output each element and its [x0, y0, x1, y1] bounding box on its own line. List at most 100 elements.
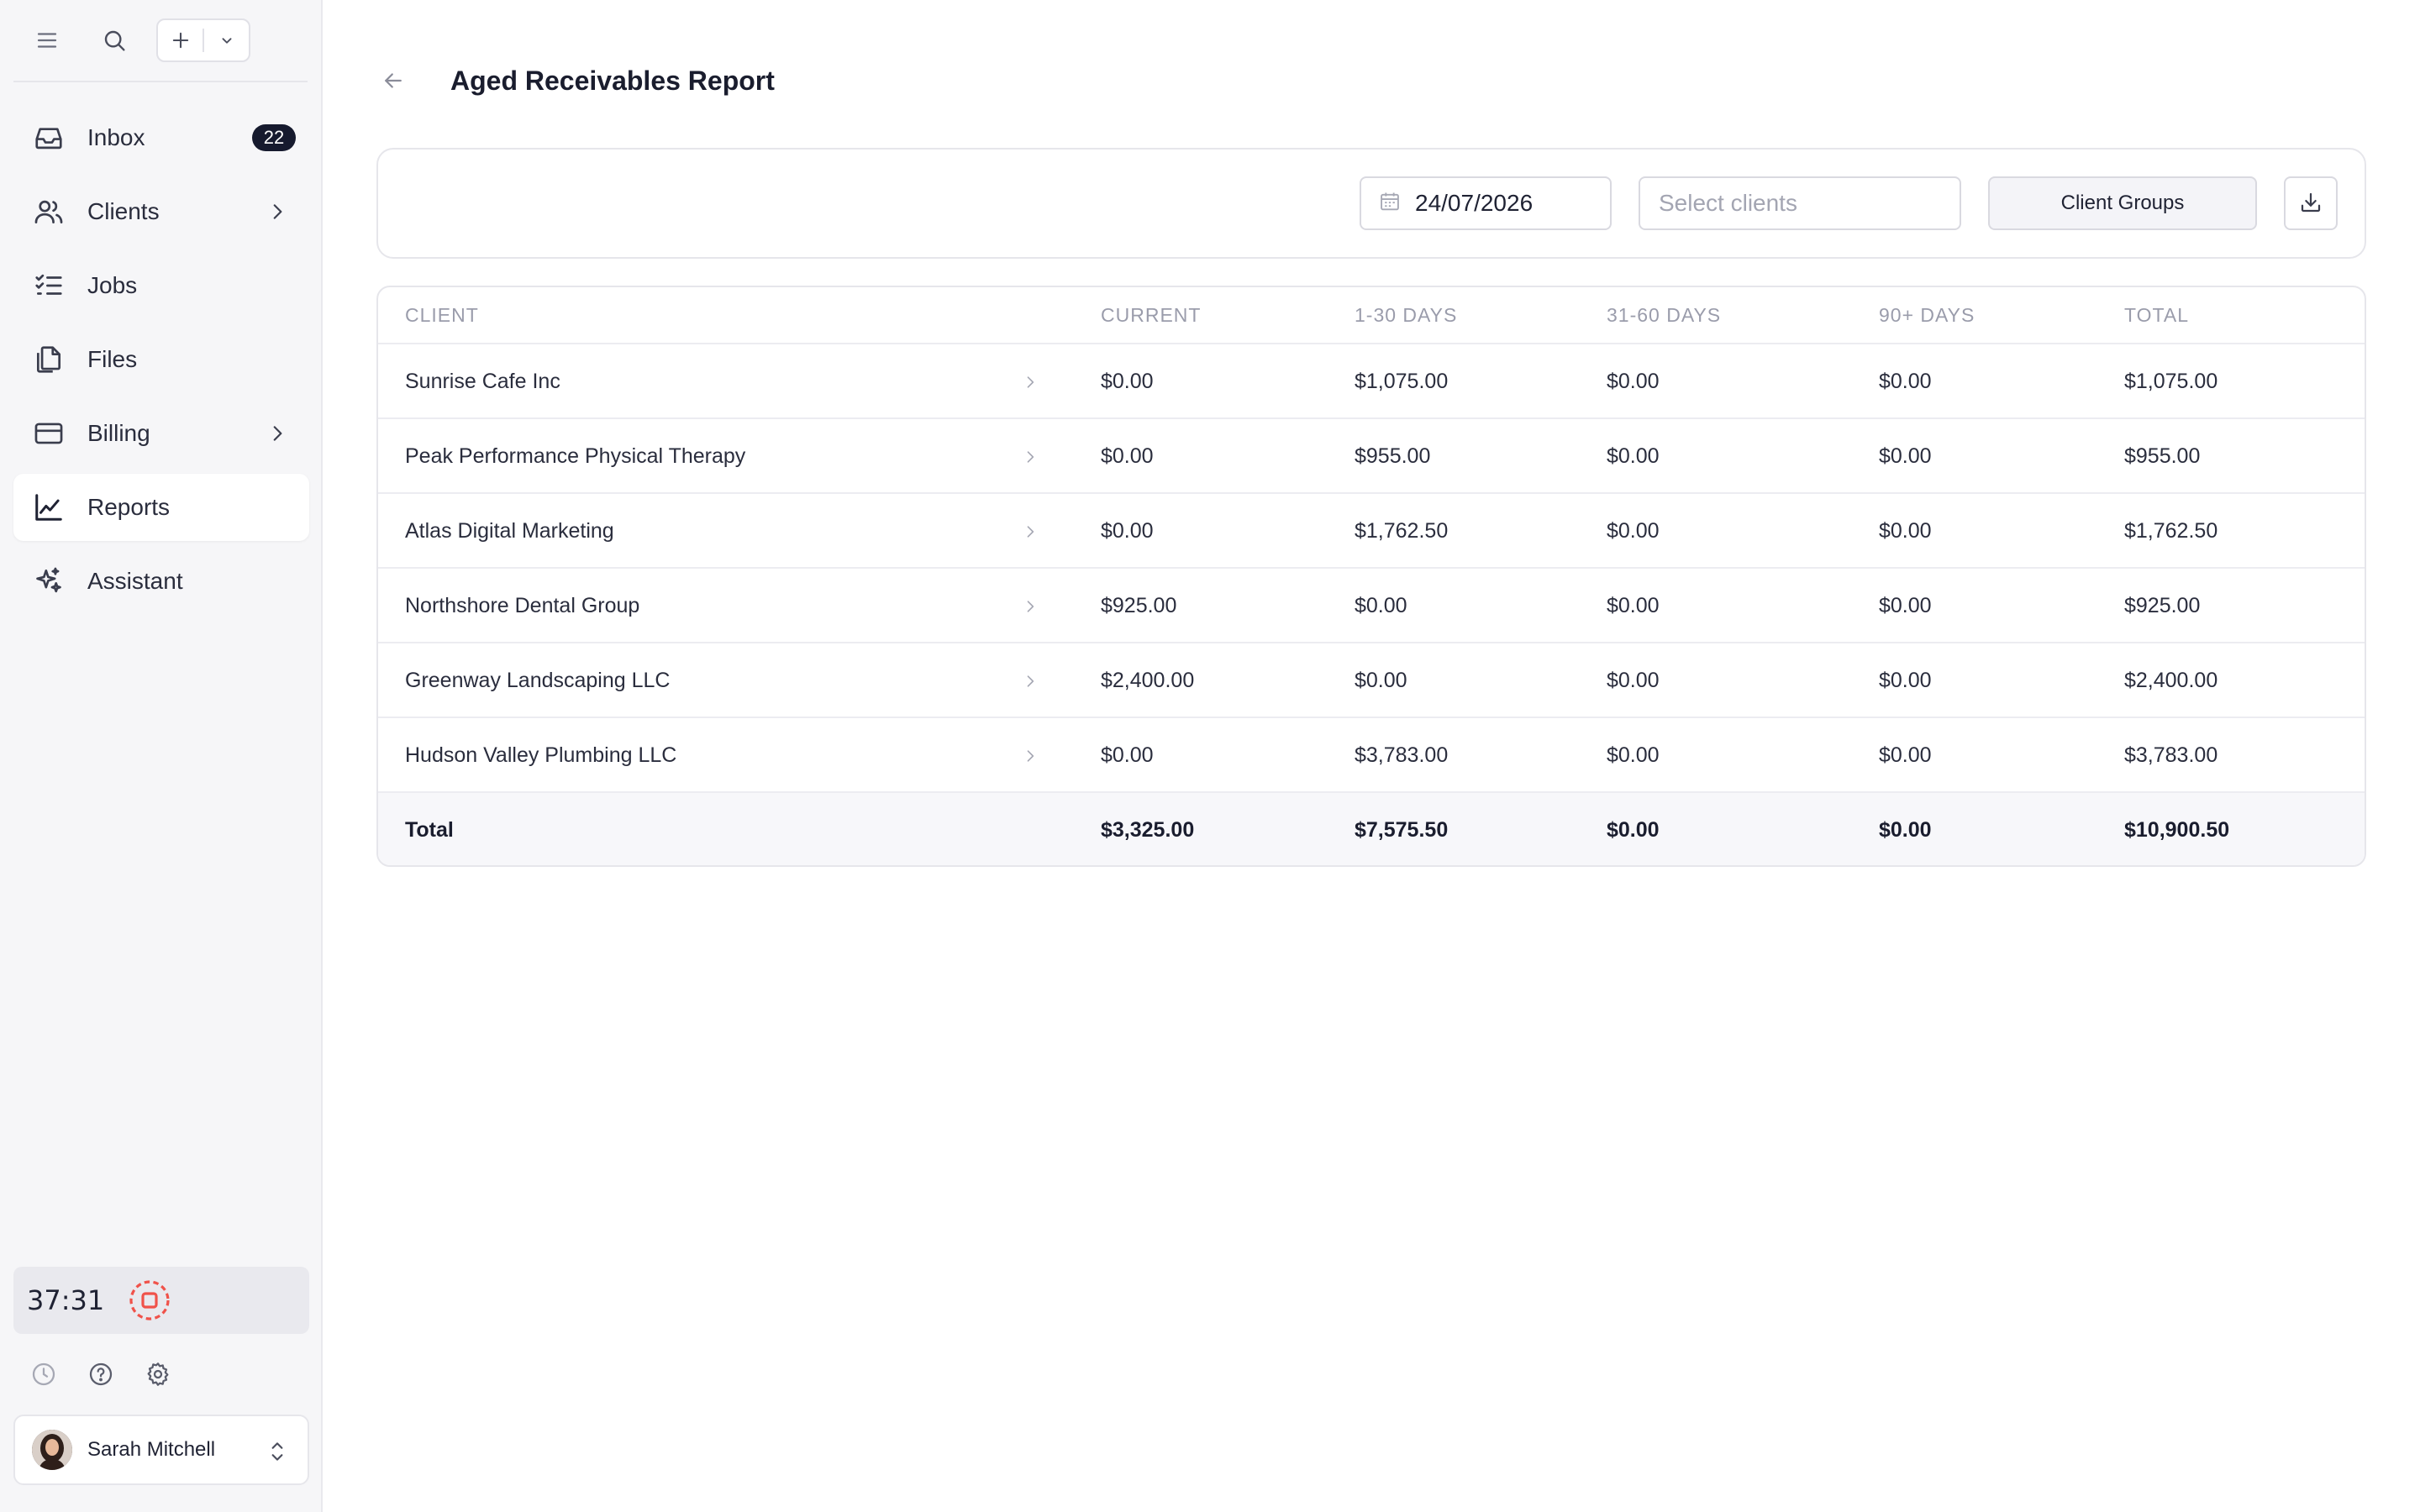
client-select[interactable]	[1639, 176, 1961, 230]
chevron-up-down-icon[interactable]	[264, 1436, 291, 1467]
history-icon[interactable]	[24, 1354, 64, 1394]
plus-icon[interactable]	[158, 20, 203, 60]
sidebar-item-inbox[interactable]: Inbox 22	[13, 104, 309, 171]
1-30-days-amount: $955.00	[1355, 444, 1431, 468]
stop-timer-icon[interactable]	[128, 1278, 171, 1322]
chevron-right-icon[interactable]	[264, 420, 291, 447]
table-row[interactable]: Atlas Digital Marketing $0.00 $1,762.50 …	[378, 492, 2365, 568]
chevron-right-icon[interactable]	[1017, 743, 1044, 769]
column-header-client[interactable]: CLIENT	[405, 287, 479, 343]
chevron-down-icon[interactable]	[204, 20, 249, 60]
column-header-total[interactable]: TOTAL	[2124, 287, 2189, 343]
90-plus-days-amount: $0.00	[1879, 444, 1932, 468]
credit-card-icon	[32, 417, 66, 450]
help-icon[interactable]	[81, 1354, 121, 1394]
total-amount: $1,075.00	[2124, 369, 2218, 393]
sidebar-item-label: Jobs	[87, 272, 138, 298]
90-plus-days-amount: $0.00	[1879, 743, 1932, 767]
sidebar-topbar	[0, 0, 323, 81]
chevron-right-icon[interactable]	[1017, 593, 1044, 620]
current-amount: $0.00	[1101, 369, 1154, 393]
current-amount: $0.00	[1101, 518, 1154, 543]
files-icon	[32, 343, 66, 376]
menu-icon[interactable]	[27, 20, 67, 60]
total-amount: $1,762.50	[2124, 518, 2218, 543]
client-name: Hudson Valley Plumbing LLC	[405, 743, 677, 767]
total-90-plus-days: $0.00	[1879, 817, 1932, 842]
line-chart-icon	[32, 491, 66, 524]
current-amount: $0.00	[1101, 444, 1154, 468]
column-header-31-60-days[interactable]: 31-60 DAYS	[1607, 287, 1721, 343]
1-30-days-amount: $1,075.00	[1355, 369, 1449, 393]
total-amount: $925.00	[2124, 593, 2201, 617]
search-icon[interactable]	[94, 20, 134, 60]
download-button[interactable]	[2284, 176, 2338, 230]
chevron-right-icon[interactable]	[1017, 518, 1044, 545]
90-plus-days-amount: $0.00	[1879, 518, 1932, 543]
client-name: Northshore Dental Group	[405, 593, 640, 617]
client-name: Greenway Landscaping LLC	[405, 668, 671, 692]
download-icon	[2298, 190, 2323, 218]
sidebar-item-billing[interactable]: Billing	[13, 400, 309, 467]
sidebar-item-reports[interactable]: Reports	[13, 474, 309, 541]
client-name: Peak Performance Physical Therapy	[405, 444, 746, 468]
column-header-90-plus-days[interactable]: 90+ DAYS	[1879, 287, 1975, 343]
inbox-icon	[32, 121, 66, 155]
31-60-days-amount: $0.00	[1607, 444, 1660, 468]
total-amount: $3,783.00	[2124, 743, 2218, 767]
table-row[interactable]: Sunrise Cafe Inc $0.00 $1,075.00 $0.00 $…	[378, 343, 2365, 418]
31-60-days-amount: $0.00	[1607, 518, 1660, 543]
checklist-icon	[32, 269, 66, 302]
users-icon	[32, 195, 66, 228]
sidebar-item-label: Files	[87, 346, 138, 372]
select-clients-input[interactable]	[1659, 190, 1944, 217]
settings-icon[interactable]	[138, 1354, 178, 1394]
column-header-1-30-days[interactable]: 1-30 DAYS	[1355, 287, 1457, 343]
sidebar-item-files[interactable]: Files	[13, 326, 309, 393]
column-header-current[interactable]: CURRENT	[1101, 287, 1201, 343]
client-name: Sunrise Cafe Inc	[405, 369, 560, 393]
sparkles-icon	[32, 564, 66, 598]
31-60-days-amount: $0.00	[1607, 668, 1660, 692]
time-tracker[interactable]: 37:31	[13, 1267, 309, 1334]
user-menu[interactable]: Sarah Mitchell	[13, 1415, 309, 1485]
1-30-days-amount: $3,783.00	[1355, 743, 1449, 767]
avatar	[32, 1430, 72, 1470]
sidebar-item-label: Billing	[87, 420, 150, 446]
table-header-row: CLIENT CURRENT 1-30 DAYS 31-60 DAYS 90+ …	[378, 287, 2365, 343]
sidebar-item-jobs[interactable]: Jobs	[13, 252, 309, 319]
1-30-days-amount: $0.00	[1355, 593, 1407, 617]
1-30-days-amount: $0.00	[1355, 668, 1407, 692]
31-60-days-amount: $0.00	[1607, 369, 1660, 393]
client-groups-button[interactable]: Client Groups	[1988, 176, 2257, 230]
report-date-input[interactable]: 24/07/2026	[1360, 176, 1612, 230]
table-row[interactable]: Peak Performance Physical Therapy $0.00 …	[378, 417, 2365, 493]
back-arrow-icon[interactable]	[373, 60, 413, 101]
total-amount: $2,400.00	[2124, 668, 2218, 692]
sidebar-nav: Inbox 22 Clients Jobs Files Billing Repo…	[13, 104, 309, 622]
90-plus-days-amount: $0.00	[1879, 593, 1932, 617]
grand-total: $10,900.50	[2124, 817, 2230, 842]
chevron-right-icon[interactable]	[1017, 668, 1044, 695]
date-value: 24/07/2026	[1415, 190, 1534, 216]
chevron-right-icon[interactable]	[1017, 369, 1044, 396]
current-amount: $2,400.00	[1101, 668, 1195, 692]
table-row[interactable]: Northshore Dental Group $925.00 $0.00 $0…	[378, 567, 2365, 643]
create-new-button[interactable]	[156, 18, 250, 62]
1-30-days-amount: $1,762.50	[1355, 518, 1449, 543]
90-plus-days-amount: $0.00	[1879, 369, 1932, 393]
table-row[interactable]: Hudson Valley Plumbing LLC $0.00 $3,783.…	[378, 717, 2365, 792]
sidebar-item-label: Inbox	[87, 124, 145, 150]
sidebar-item-label: Clients	[87, 198, 160, 224]
chevron-right-icon[interactable]	[264, 198, 291, 225]
sidebar-item-assistant[interactable]: Assistant	[13, 548, 309, 615]
aged-receivables-table: CLIENT CURRENT 1-30 DAYS 31-60 DAYS 90+ …	[376, 286, 2366, 867]
table-row[interactable]: Greenway Landscaping LLC $2,400.00 $0.00…	[378, 642, 2365, 717]
chevron-right-icon[interactable]	[1017, 444, 1044, 470]
topbar-divider	[13, 81, 308, 82]
total-amount: $955.00	[2124, 444, 2201, 468]
sidebar-item-label: Reports	[87, 494, 171, 520]
user-name: Sarah Mitchell	[87, 1438, 216, 1461]
sidebar-item-clients[interactable]: Clients	[13, 178, 309, 245]
31-60-days-amount: $0.00	[1607, 743, 1660, 767]
